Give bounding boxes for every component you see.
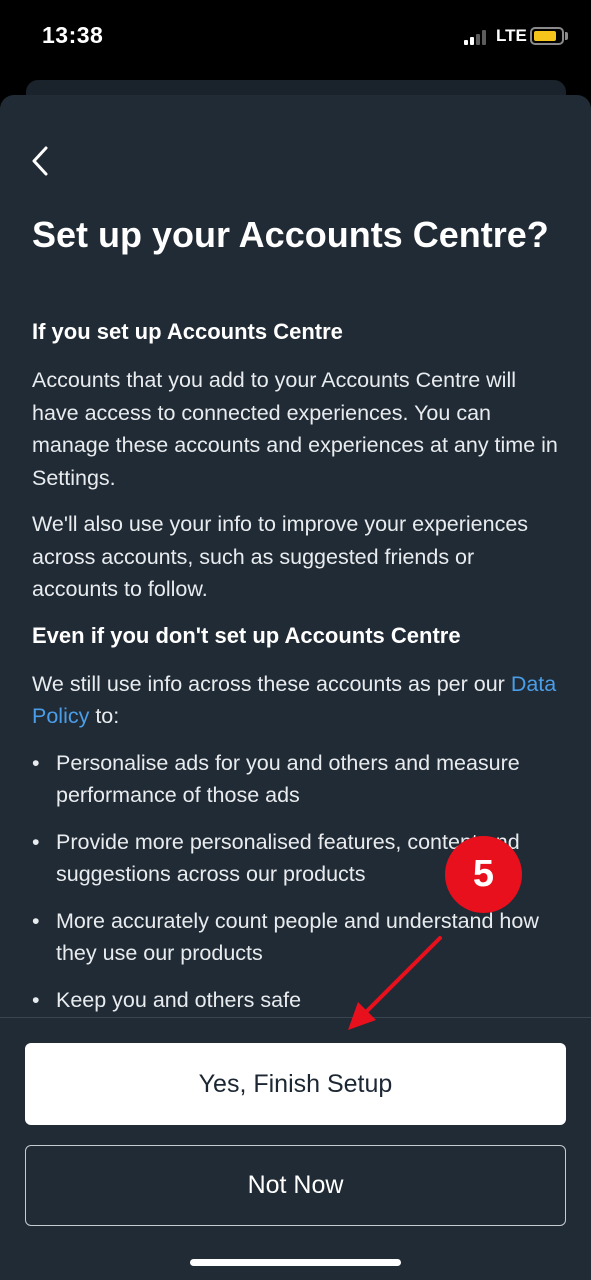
section-heading-setup: If you set up Accounts Centre bbox=[32, 319, 343, 344]
page-title: Set up your Accounts Centre? bbox=[32, 214, 549, 255]
setup-paragraph-2: We'll also use your info to improve your… bbox=[32, 512, 529, 601]
back-button[interactable] bbox=[26, 142, 56, 182]
finish-setup-button[interactable]: Yes, Finish Setup bbox=[25, 1043, 566, 1125]
status-bar: 13:38 LTE bbox=[0, 0, 591, 78]
list-item: • Personalise ads for you and others and … bbox=[32, 750, 520, 808]
data-policy-intro-end: to: bbox=[89, 704, 120, 728]
section-heading-no-setup: Even if you don't set up Accounts Centre bbox=[32, 622, 461, 648]
step-number-badge: 5 bbox=[445, 836, 522, 913]
status-time: 13:38 bbox=[42, 22, 104, 48]
data-policy-intro: We still use info across these accounts … bbox=[32, 671, 511, 696]
battery-tip bbox=[565, 32, 568, 40]
list-item: • Keep you and others safe bbox=[32, 987, 302, 1012]
signal-strength-icon bbox=[464, 30, 492, 45]
list-item-text: Personalise ads for you and others and m… bbox=[56, 750, 520, 808]
list-item-text: Keep you and others safe bbox=[56, 987, 302, 1012]
list-item-text: More accurately count people and underst… bbox=[56, 908, 539, 966]
home-indicator bbox=[190, 1259, 401, 1266]
battery-icon bbox=[530, 27, 564, 45]
data-policy-paragraph: We still use info across these accounts … bbox=[32, 668, 562, 733]
list-item: • More accurately count people and unders… bbox=[32, 908, 539, 966]
chevron-left-icon bbox=[32, 146, 48, 176]
not-now-button[interactable]: Not Now bbox=[25, 1145, 566, 1226]
network-type: LTE bbox=[496, 26, 527, 45]
setup-paragraph-1: Accounts that you add to your Accounts C… bbox=[32, 368, 558, 490]
